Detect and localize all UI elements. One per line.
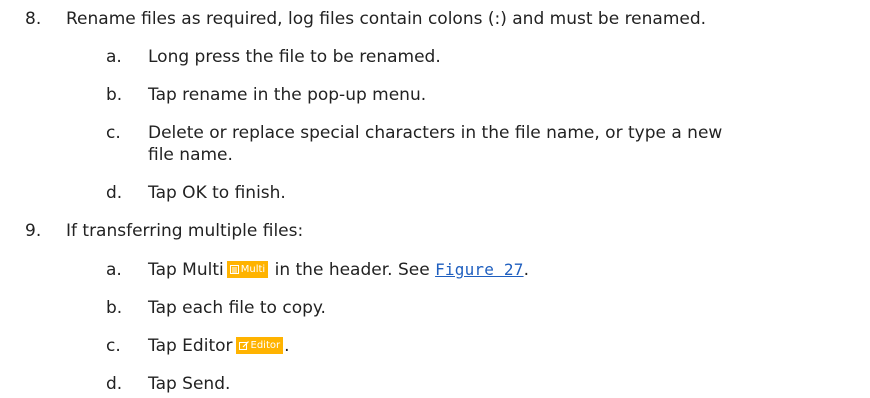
text-middle: in the header. See [274, 260, 430, 280]
substep-text-line-2: file name. [148, 145, 233, 165]
substep-text-line-1: Delete or replace special characters in … [148, 123, 723, 143]
substep-letter: c. [106, 123, 121, 143]
substep-text: Tap OK to finish. [148, 183, 286, 203]
substep-letter: d. [106, 183, 123, 203]
step-number: 9. [25, 221, 42, 241]
step-text: If transferring multiple files: [66, 221, 304, 241]
substep-letter: d. [106, 374, 123, 394]
substep-text: Long press the file to be renamed. [148, 47, 441, 67]
substep-letter: a. [106, 260, 122, 280]
badge-label: Multi [240, 263, 266, 275]
text-before: Tap Editor [148, 336, 233, 356]
substep-text: Tap Send. [148, 374, 231, 394]
step-number: 8. [25, 9, 42, 29]
text-before: Tap Multi [148, 260, 224, 280]
substep-letter: b. [106, 85, 123, 105]
substep-letter: a. [106, 47, 122, 67]
figure-27-link[interactable]: Figure 27 [435, 260, 524, 279]
list-icon [229, 265, 239, 274]
substep-text: Tap Editor Editor. [148, 335, 290, 357]
substep-text: Tap rename in the pop-up menu. [148, 85, 427, 105]
multi-button-badge: Multi [226, 260, 269, 278]
substep-text: Tap Multi Multi in the header. See Figure… [148, 259, 529, 281]
substep-letter: c. [106, 336, 121, 356]
substep-letter: b. [106, 298, 123, 318]
substep-text: Tap each file to copy. [148, 298, 326, 318]
text-after: . [523, 260, 529, 280]
editor-button-badge: Editor [235, 336, 284, 354]
text-after: . [284, 336, 290, 356]
step-text: Rename files as required, log files cont… [66, 9, 707, 29]
badge-label: Editor [250, 339, 281, 351]
edit-icon [238, 341, 249, 350]
